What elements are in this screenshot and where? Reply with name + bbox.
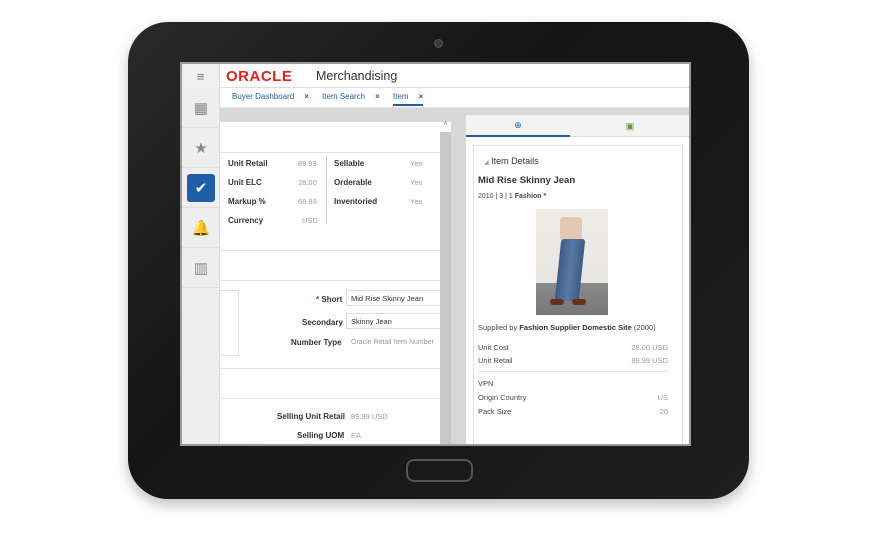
selling-uom-label: Selling UOM: [297, 431, 345, 440]
header: ≡ ORACLE Merchandising: [182, 64, 689, 88]
camera: [434, 39, 443, 48]
number-type-value: Oracle Retail Item Number: [351, 339, 434, 346]
orderable-label: Orderable: [334, 178, 372, 187]
tab-buyer-dashboard[interactable]: Buyer Dashboard ×: [232, 92, 309, 101]
supplier-name[interactable]: Fashion Supplier Domestic Site: [519, 323, 632, 332]
currency-value: USD: [302, 216, 318, 225]
reports-chart-icon[interactable]: ▥: [182, 248, 220, 288]
tasks-clipboard-icon[interactable]: ✔: [182, 168, 220, 208]
app-screen: ≡ ORACLE Merchandising ▦ ★ ✔ 🔔 ▥ Buyer D…: [180, 62, 691, 446]
tab-label: Item Search: [322, 92, 366, 101]
home-button[interactable]: [406, 459, 473, 482]
sidebar: ▦ ★ ✔ 🔔 ▥: [182, 88, 220, 444]
unit-retail-label: Unit Retail: [228, 159, 268, 168]
oracle-logo: ORACLE: [226, 68, 293, 85]
unit-retail-label: Unit Retail: [478, 356, 513, 365]
orderable-value: Yes: [410, 178, 423, 187]
secondary-label: Secondary: [302, 318, 343, 327]
scroll-up-icon[interactable]: ^: [440, 122, 451, 132]
sellable-label: Sellable: [334, 159, 365, 168]
bell-icon: 🔔: [191, 219, 211, 237]
close-icon[interactable]: ×: [304, 92, 309, 101]
grid-icon: ▦: [193, 99, 209, 117]
app-name: Merchandising: [316, 69, 398, 83]
markup-value: 68.89: [298, 197, 317, 206]
tab-label: Buyer Dashboard: [232, 92, 295, 101]
supplied-by-label: Supplied by: [478, 323, 518, 332]
clipboard-icon: ✔: [187, 173, 215, 202]
selling-unit-retail-value: 89.99 USD: [351, 412, 388, 421]
hierarchy-name: Fashion *: [514, 193, 547, 200]
selling-uom-value: EA: [351, 431, 362, 440]
item-details-card: ◢ Item Details Mid Rise Skinny Jean 2010…: [473, 145, 683, 444]
pack-size-label: Pack Size: [478, 407, 512, 416]
tab-item-search[interactable]: Item Search ×: [322, 92, 380, 101]
unit-retail-value: 89.99: [298, 159, 317, 168]
menu-icon[interactable]: ≡: [182, 64, 220, 88]
close-icon[interactable]: ×: [419, 92, 424, 101]
product-image: [536, 209, 608, 315]
tab-item[interactable]: Item ×: [393, 92, 424, 106]
scrollbar[interactable]: ^: [440, 122, 451, 444]
origin-country-value: US: [657, 393, 668, 402]
long-description-textarea[interactable]: [220, 290, 239, 356]
selling-unit-retail-label: Selling Unit Retail: [277, 412, 346, 421]
panel-tabs: ⊕ ▣: [466, 115, 689, 137]
tab-item-details-icon[interactable]: ⊕: [466, 115, 570, 137]
hierarchy: 2010 | 3 | 1: [478, 193, 513, 200]
unit-elc-label: Unit ELC: [228, 178, 262, 187]
inventoried-value: Yes: [410, 197, 423, 206]
bar-chart-icon: ▥: [193, 259, 209, 277]
tab-bar: Buyer Dashboard × Item Search × Item ×: [220, 88, 689, 108]
apps-grid-icon[interactable]: ▦: [182, 88, 220, 128]
short-label: Short: [321, 295, 343, 304]
tab-label: Item: [393, 92, 409, 101]
item-name: Mid Rise Skinny Jean: [478, 175, 576, 186]
star-icon: ★: [194, 139, 208, 157]
supplier-id: (2000): [633, 323, 656, 332]
unit-retail-value: 89.99 USD: [631, 356, 668, 365]
unit-cost-label: Unit Cost: [478, 343, 509, 352]
inventoried-label: Inventoried: [334, 197, 378, 206]
tab-related-icon[interactable]: ▣: [570, 115, 689, 137]
section-title: Item Details: [491, 156, 539, 166]
secondary-description-input[interactable]: [346, 313, 446, 329]
notifications-bell-icon[interactable]: 🔔: [182, 208, 220, 248]
unit-elc-value: 28.00: [298, 178, 317, 187]
required-mark: *: [316, 295, 320, 304]
collapse-triangle-icon[interactable]: ◢: [484, 160, 489, 166]
pack-size-value: 20: [659, 407, 668, 416]
favorites-star-icon[interactable]: ★: [182, 128, 220, 168]
item-details-panel: ⊕ ▣ ◢ Item Details Mid Rise Skinny Jean …: [466, 115, 689, 444]
unit-cost-value: 28.00 USD: [631, 343, 668, 352]
currency-label: Currency: [228, 216, 264, 225]
short-description-input[interactable]: [346, 290, 446, 306]
number-type-label: Number Type: [291, 338, 342, 347]
origin-country-label: Origin Country: [478, 393, 527, 402]
close-icon[interactable]: ×: [375, 92, 380, 101]
item-form-panel: Unit Retail 89.99 Unit ELC 28.00 Markup …: [220, 122, 446, 444]
sellable-value: Yes: [410, 159, 423, 168]
markup-label: Markup %: [228, 197, 266, 206]
vpn-label: VPN: [478, 379, 494, 388]
